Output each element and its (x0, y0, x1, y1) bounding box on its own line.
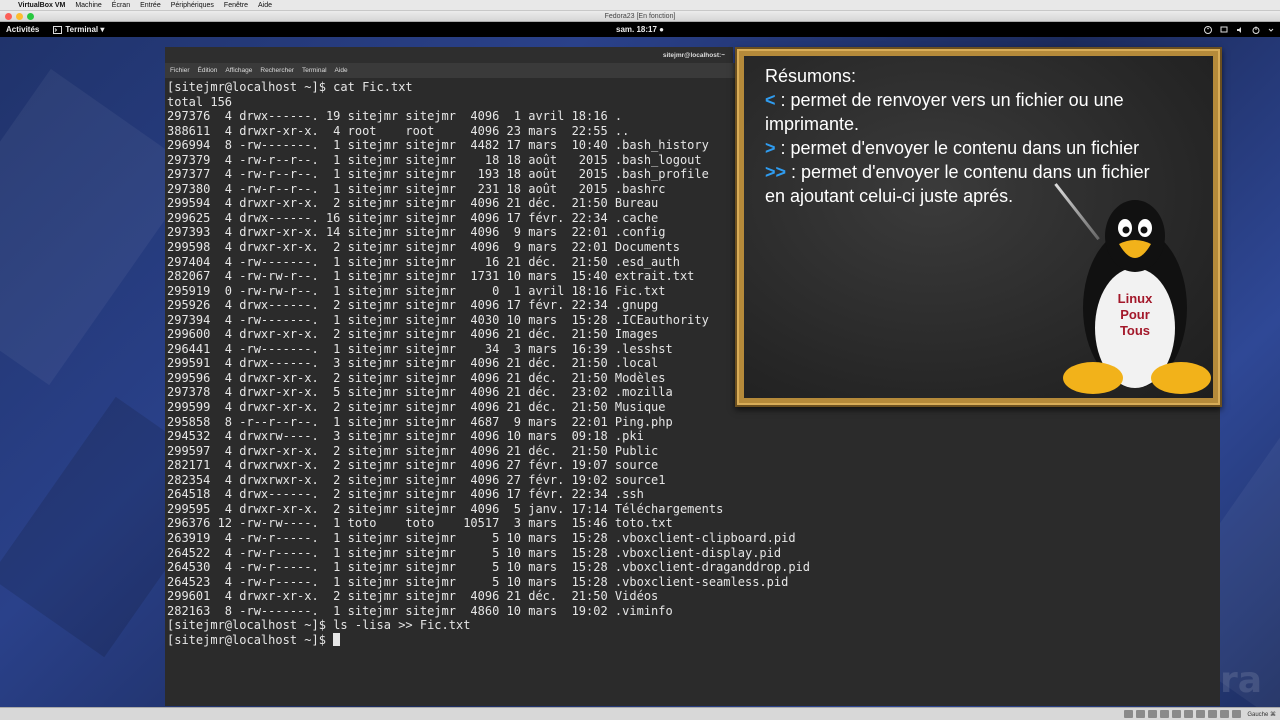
menu-aide[interactable]: Aide (258, 2, 272, 9)
terminal-menu-fichier[interactable]: Fichier (170, 67, 190, 74)
terminal-line: 299601 4 drwxr-xr-x. 2 sitejmr sitejmr 4… (167, 589, 659, 604)
terminal-menu-edition[interactable]: Édition (198, 67, 218, 74)
zoom-button[interactable] (27, 13, 34, 20)
terminal-line: 263919 4 -rw-r-----. 1 sitejmr sitejmr 5… (167, 530, 796, 545)
chalkboard-surface: Résumons: < : permet de renvoyer vers un… (744, 56, 1213, 398)
terminal-title: sitejmr@localhost:~ (662, 51, 725, 59)
window-controls (5, 13, 34, 20)
shared-folders-icon[interactable] (1184, 710, 1194, 718)
video-capture-icon[interactable] (1208, 710, 1218, 718)
terminal-line: 299595 4 drwxr-xr-x. 2 sitejmr sitejmr 4… (167, 501, 724, 516)
activities-button[interactable]: Activités (0, 25, 39, 34)
app-menu[interactable]: Terminal ▾ (53, 25, 104, 34)
cpu-icon[interactable] (1220, 710, 1230, 718)
network-icon[interactable] (1220, 26, 1228, 34)
terminal-menu-aide[interactable]: Aide (335, 67, 348, 74)
terminal-line: 282354 4 drwxrwxr-x. 2 sitejmr sitejmr 4… (167, 472, 666, 487)
vbox-titlebar: Fedora23 [En fonction] (0, 11, 1280, 22)
redirect-symbol: >> (765, 162, 787, 182)
vbox-window-title: Fedora23 [En fonction] (604, 13, 676, 20)
optical-drive-icon[interactable] (1136, 710, 1146, 718)
terminal-line: 296376 12 -rw-rw----. 1 toto toto 10517 … (167, 516, 673, 531)
terminal-menu-affichage[interactable]: Affichage (225, 67, 252, 74)
chalkboard-text: : permet d'envoyer le contenu dans un fi… (786, 162, 1150, 182)
terminal-line: 282171 4 drwxrwxr-x. 2 sitejmr sitejmr 4… (167, 458, 659, 473)
clock: sam. 18:17 ● (616, 25, 664, 34)
chevron-down-icon[interactable] (1268, 26, 1274, 34)
chalkboard-line: < : permet de renvoyer vers un fichier o… (765, 88, 1199, 112)
terminal-icon (53, 25, 63, 34)
terminal-prompt-line[interactable]: [sitejmr@localhost ~]$ (167, 632, 1218, 648)
volume-icon[interactable] (1236, 26, 1244, 34)
menu-fenetre[interactable]: Fenêtre (224, 2, 248, 9)
menu-entree[interactable]: Entrée (140, 2, 161, 9)
mouse-integration-icon[interactable] (1232, 710, 1242, 718)
chalkboard-text: en ajoutant celui-ci juste aprés. (765, 186, 1014, 206)
terminal-line: 264530 4 -rw-r-----. 1 sitejmr sitejmr 5… (167, 560, 810, 575)
terminal-line: 264518 4 drwx------. 2 sitejmr sitejmr 4… (167, 487, 644, 502)
terminal-titlebar: sitejmr@localhost:~ (165, 47, 733, 63)
menu-machine[interactable]: Machine (75, 2, 101, 9)
terminal-line: 299597 4 drwxr-xr-x. 2 sitejmr sitejmr 4… (167, 443, 659, 458)
chalkboard-text: imprimante. (765, 114, 860, 134)
vbox-statusbar: Gauche ⌘ (0, 707, 1280, 720)
close-button[interactable] (5, 13, 12, 20)
chalkboard-title: Résumons: (765, 66, 857, 86)
text-cursor (333, 632, 341, 646)
chalkboard-text: : permet de renvoyer vers un fichier ou … (775, 90, 1124, 110)
tux-penguin-image: Linux Pour Tous (1063, 200, 1211, 394)
menu-ecran[interactable]: Écran (112, 2, 130, 9)
redirect-symbol: < (765, 90, 776, 110)
audio-icon[interactable] (1148, 710, 1158, 718)
tux-label-line: Tous (1120, 323, 1150, 338)
terminal-line: 294532 4 drwxrw----. 3 sitejmr sitejmr 4… (167, 429, 644, 444)
display-icon[interactable] (1196, 710, 1206, 718)
system-tray[interactable] (1204, 25, 1274, 34)
terminal-line: 282163 8 -rw-------. 1 sitejmr sitejmr 4… (167, 603, 673, 618)
terminal-line: 264523 4 -rw-r-----. 1 sitejmr sitejmr 5… (167, 574, 789, 589)
terminal-line: [sitejmr@localhost ~]$ ls -lisa >> Fic.t… (167, 618, 471, 633)
chalkboard-line: > : permet d'envoyer le contenu dans un … (765, 136, 1199, 160)
menu-peripheriques[interactable]: Périphériques (171, 2, 214, 9)
minimize-button[interactable] (16, 13, 23, 20)
chalkboard-line: >> : permet d'envoyer le contenu dans un… (765, 160, 1199, 184)
host-key-label: Gauche ⌘ (1247, 711, 1276, 718)
chalkboard-line: imprimante. (765, 112, 1199, 136)
app-menu-label: Terminal ▾ (65, 25, 105, 34)
menu-virtualbox[interactable]: VirtualBox VM (18, 2, 65, 9)
chalkboard-overlay: Résumons: < : permet de renvoyer vers un… (735, 47, 1222, 407)
tux-label-line: Linux (1118, 291, 1153, 306)
gnome-topbar: Activités Terminal ▾ sam. 18:17 ● (0, 22, 1280, 37)
redirect-symbol: > (765, 138, 776, 158)
power-icon[interactable] (1252, 26, 1260, 34)
terminal-menu-terminal[interactable]: Terminal (302, 67, 327, 74)
mac-menubar: VirtualBox VM Machine Écran Entrée Périp… (0, 0, 1280, 11)
chalkboard-text: : permet d'envoyer le contenu dans un fi… (775, 138, 1140, 158)
network-adapter-icon[interactable] (1160, 710, 1170, 718)
terminal-line: 264522 4 -rw-r-----. 1 sitejmr sitejmr 5… (167, 545, 782, 560)
terminal-menu-rechercher[interactable]: Rechercher (260, 67, 294, 74)
accessibility-icon[interactable] (1204, 25, 1212, 34)
hard-disk-icon[interactable] (1124, 710, 1134, 718)
usb-icon[interactable] (1172, 710, 1182, 718)
tux-label-line: Pour (1120, 307, 1150, 322)
terminal-prompt: [sitejmr@localhost ~]$ (167, 632, 334, 647)
terminal-line: 295858 8 -r--r--r--. 1 sitejmr sitejmr 4… (167, 414, 673, 429)
